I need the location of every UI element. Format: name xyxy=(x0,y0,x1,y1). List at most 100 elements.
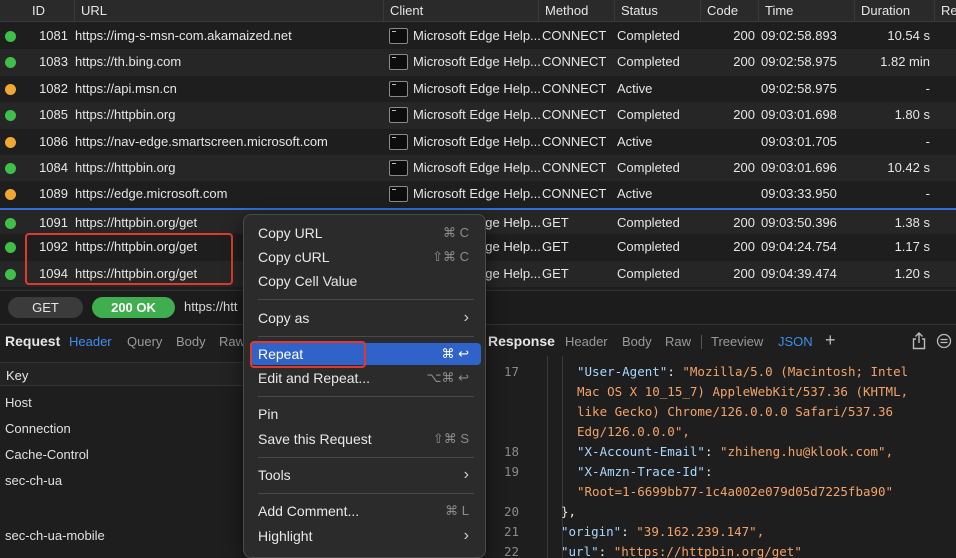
json-line: "url": "https://httpbin.org/get" xyxy=(561,544,802,558)
cell-time: 09:04:39.474 xyxy=(761,265,837,281)
cell-client: Microsoft Edge Help... xyxy=(387,181,542,207)
menu-copy-curl[interactable]: Copy cURL ⇧⌘ C xyxy=(250,246,481,268)
tab-request-query[interactable]: Query xyxy=(127,334,162,349)
client-name: Microsoft Edge Help... xyxy=(413,54,541,70)
cell-duration: - xyxy=(925,133,930,149)
col-duration[interactable]: Duration xyxy=(854,0,934,22)
header-key[interactable]: sec-ch-ua xyxy=(5,473,62,488)
menu-copy-as[interactable]: Copy as › xyxy=(250,307,481,329)
col-client[interactable]: Client xyxy=(383,0,538,22)
tab-response-header[interactable]: Header xyxy=(565,334,608,349)
cell-duration: - xyxy=(925,186,930,202)
cell-method: CONNECT xyxy=(542,159,607,175)
url-text[interactable]: https://htt xyxy=(184,299,237,314)
cell-status: Completed xyxy=(617,159,680,175)
client-name: Microsoft Edge Help... xyxy=(413,159,541,175)
indent-guide xyxy=(547,356,548,558)
cell-url: https://edge.microsoft.com xyxy=(75,186,228,202)
cell-code: 200 xyxy=(733,265,755,281)
cell-status: Completed xyxy=(617,265,680,281)
tab-request-body[interactable]: Body xyxy=(176,334,206,349)
tab-request-header[interactable]: Header xyxy=(69,334,112,349)
header-key[interactable]: Connection xyxy=(5,421,71,436)
cell-code: 200 xyxy=(733,239,755,255)
table-row[interactable]: 1081 https://img-s-msn-com.akamaized.net M… xyxy=(0,23,956,49)
menu-tools[interactable]: Tools › xyxy=(250,464,481,486)
col-id[interactable]: ID xyxy=(26,0,74,22)
menu-add-comment[interactable]: Add Comment... ⌘ L xyxy=(250,500,481,522)
cell-time: 09:02:58.975 xyxy=(761,54,837,70)
col-method[interactable]: Method xyxy=(538,0,614,22)
cell-url: https://img-s-msn-com.akamaized.net xyxy=(75,28,292,43)
menu-copy-cell-value[interactable]: Copy Cell Value xyxy=(250,270,481,292)
tab-response-treeview[interactable]: Treeview xyxy=(711,334,763,349)
table-row[interactable]: 1089 https://edge.microsoft.com Microsoft … xyxy=(0,181,956,207)
cell-id: 1083 xyxy=(39,54,68,70)
response-tabbar: Response Header Body Raw Treeview JSON + xyxy=(478,324,956,356)
col-more[interactable]: Re xyxy=(934,0,956,22)
cell-client: Microsoft Edge Help... xyxy=(387,129,542,155)
cell-status: Completed xyxy=(617,214,680,230)
cell-duration: 10.54 s xyxy=(887,28,930,43)
menu-pin[interactable]: Pin xyxy=(250,403,481,425)
context-menu: Copy URL ⌘ C Copy cURL ⇧⌘ C Copy Cell Valu… xyxy=(243,214,486,558)
settings-icon[interactable] xyxy=(936,333,952,352)
cell-id: 1082 xyxy=(39,80,68,96)
col-url[interactable]: URL xyxy=(74,0,383,22)
status-dot-icon xyxy=(5,189,16,201)
tab-request-raw[interactable]: Raw xyxy=(219,334,245,349)
add-tab-icon[interactable]: + xyxy=(825,330,836,351)
status-dot-icon xyxy=(5,268,16,280)
menu-label: Copy Cell Value xyxy=(258,273,358,289)
header-key[interactable]: sec-ch-ua-mobile xyxy=(5,528,105,543)
annotation-box-rows xyxy=(25,233,233,285)
share-icon[interactable] xyxy=(911,332,927,353)
cell-method: CONNECT xyxy=(542,107,607,123)
table-row[interactable]: 1083 https://th.bing.com Microsoft Edge He… xyxy=(0,49,956,76)
cell-id: 1085 xyxy=(39,107,68,123)
chevron-right-icon: › xyxy=(463,527,469,544)
menu-label: Pin xyxy=(258,406,279,422)
table-row[interactable]: 1084 https://httpbin.org Microsoft Edge He… xyxy=(0,154,956,182)
cell-client: Microsoft Edge Help... xyxy=(387,49,542,75)
client-name: Microsoft Edge Help... xyxy=(413,80,541,96)
menu-highlight[interactable]: Highlight › xyxy=(250,525,481,547)
shortcut: ⌘ ↩ xyxy=(441,346,469,361)
tab-separator xyxy=(701,335,702,349)
cell-code: 200 xyxy=(733,54,755,70)
table-header: ID URL Client Method Status Code Time Du… xyxy=(0,0,956,22)
table-row[interactable]: 1086 https://nav-edge.smartscreen.microso… xyxy=(0,129,956,155)
tab-response-body[interactable]: Body xyxy=(622,334,652,349)
json-value: "https://httpbin.org/get" xyxy=(613,544,802,558)
cell-time: 09:03:01.705 xyxy=(761,133,837,149)
cell-method: CONNECT xyxy=(542,28,607,43)
header-key[interactable]: Host xyxy=(5,395,32,410)
menu-label: Copy cURL xyxy=(258,249,330,265)
tab-response-raw[interactable]: Raw xyxy=(665,334,691,349)
cell-time: 09:03:01.696 xyxy=(761,159,837,175)
cell-method: GET xyxy=(542,239,569,255)
cell-code xyxy=(705,76,755,102)
menu-copy-url[interactable]: Copy URL ⌘ C xyxy=(250,222,481,244)
menu-separator xyxy=(258,336,474,337)
header-key[interactable]: Cache-Control xyxy=(5,447,89,462)
tab-response-json[interactable]: JSON xyxy=(778,334,813,349)
cell-duration: 1.82 min xyxy=(880,54,930,70)
col-status[interactable]: Status xyxy=(614,0,700,22)
menu-separator xyxy=(258,493,474,494)
col-time[interactable]: Time xyxy=(758,0,854,22)
cell-id: 1091 xyxy=(39,214,68,230)
json-line: like Gecko) Chrome/126.0.0.0 Safari/537.… xyxy=(577,404,893,419)
terminal-app-icon xyxy=(389,80,408,97)
menu-separator xyxy=(258,396,474,397)
menu-label: Tools xyxy=(258,467,291,483)
table-row[interactable]: 1085 https://httpbin.org Microsoft Edge He… xyxy=(0,102,956,129)
json-line: "X-Amzn-Trace-Id": xyxy=(577,464,720,479)
menu-save-request[interactable]: Save this Request ⇧⌘ S xyxy=(250,428,481,450)
col-code[interactable]: Code xyxy=(700,0,758,22)
menu-separator xyxy=(258,299,474,300)
cell-method: GET xyxy=(542,214,569,230)
cell-duration: 1.17 s xyxy=(894,239,930,255)
table-row[interactable]: 1082 https://api.msn.cn Microsoft Edge Hel… xyxy=(0,76,956,102)
menu-edit-and-repeat[interactable]: Edit and Repeat... ⌥⌘ ↩ xyxy=(250,367,481,389)
